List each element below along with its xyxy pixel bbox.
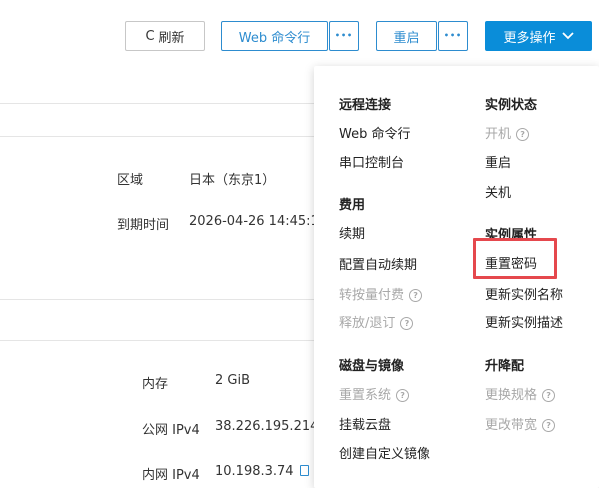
region-label: 区域 xyxy=(117,173,144,188)
more-button-2[interactable]: ••• xyxy=(438,21,468,51)
menu-heading-remote: 远程连接 xyxy=(339,98,392,113)
copy-icon[interactable] xyxy=(299,465,309,476)
menu-item-switch-payg-label: 转按量付费 xyxy=(339,288,405,303)
menu-heading-disk: 磁盘与镜像 xyxy=(339,359,405,374)
menu-item-rename-instance[interactable]: 更新实例名称 xyxy=(485,284,563,303)
help-icon[interactable]: ? xyxy=(516,128,530,141)
menu-item-switch-payg: 转按量付费? xyxy=(339,284,423,303)
help-icon[interactable]: ? xyxy=(400,317,414,330)
ellipsis-icon: ••• xyxy=(334,31,354,40)
expire-label: 到期时间 xyxy=(117,218,170,233)
private-ip-text: 10.198.3.74 xyxy=(215,464,294,479)
menu-heading-billing: 费用 xyxy=(339,198,366,213)
divider xyxy=(0,299,314,300)
divider xyxy=(0,103,314,104)
memory-value: 2 GiB xyxy=(215,373,251,388)
refresh-label: 刷新 xyxy=(158,30,185,46)
help-icon[interactable]: ? xyxy=(542,389,556,402)
memory-label: 内存 xyxy=(142,377,169,392)
public-ip-label: 公网 IPv4 xyxy=(142,423,200,438)
menu-item-restart[interactable]: 重启 xyxy=(485,152,511,171)
help-icon[interactable]: ? xyxy=(409,289,423,302)
menu-heading-upgrade: 升降配 xyxy=(485,359,525,374)
menu-item-renew[interactable]: 续期 xyxy=(339,223,365,242)
refresh-icon: C xyxy=(145,28,155,44)
menu-item-auto-renew[interactable]: 配置自动续期 xyxy=(339,254,417,273)
menu-item-mount-disk[interactable]: 挂载云盘 xyxy=(339,414,391,433)
web-cli-label: Web 命令行 xyxy=(238,30,311,46)
more-button-1[interactable]: ••• xyxy=(329,21,359,51)
restart-button[interactable]: 重启 xyxy=(376,21,437,51)
menu-heading-status: 实例状态 xyxy=(485,98,538,113)
menu-item-power-on: 开机? xyxy=(485,123,530,142)
menu-item-create-image[interactable]: 创建自定义镜像 xyxy=(339,443,430,462)
menu-item-serial-console[interactable]: 串口控制台 xyxy=(339,152,404,171)
refresh-button[interactable]: C 刷新 xyxy=(125,21,205,51)
menu-item-power-on-label: 开机 xyxy=(485,127,512,142)
chevron-down-icon xyxy=(561,32,574,40)
menu-item-release-label: 释放/退订 xyxy=(339,316,396,331)
menu-item-change-bandwidth: 更改带宽? xyxy=(485,414,556,433)
restart-label: 重启 xyxy=(393,30,420,46)
menu-item-change-spec-label: 更换规格 xyxy=(485,388,538,403)
menu-item-change-spec: 更换规格? xyxy=(485,384,556,403)
highlight-box xyxy=(473,238,557,279)
menu-item-change-bandwidth-label: 更改带宽 xyxy=(485,418,538,433)
more-operations-label: 更多操作 xyxy=(503,30,556,46)
menu-item-reset-system-label: 重置系统 xyxy=(339,388,392,403)
menu-item-update-description[interactable]: 更新实例描述 xyxy=(485,312,563,331)
menu-item-shutdown[interactable]: 关机 xyxy=(485,182,511,201)
menu-item-release: 释放/退订? xyxy=(339,312,414,331)
web-cli-button[interactable]: Web 命令行 xyxy=(221,21,328,51)
divider xyxy=(0,136,314,137)
divider xyxy=(0,340,314,341)
menu-item-web-cli[interactable]: Web 命令行 xyxy=(339,123,410,142)
help-icon[interactable]: ? xyxy=(396,389,410,402)
private-ip-label: 内网 IPv4 xyxy=(142,468,200,483)
menu-item-reset-system: 重置系统? xyxy=(339,384,410,403)
more-operations-button[interactable]: 更多操作 xyxy=(485,21,592,51)
ellipsis-icon: ••• xyxy=(443,31,463,40)
private-ip-value: 10.198.3.74 xyxy=(215,464,309,479)
public-ip-value: 38.226.195.214 xyxy=(215,419,319,434)
region-value: 日本（东京1） xyxy=(189,173,276,188)
expire-value: 2026-04-26 14:45:17 xyxy=(189,214,314,229)
help-icon[interactable]: ? xyxy=(542,419,556,432)
